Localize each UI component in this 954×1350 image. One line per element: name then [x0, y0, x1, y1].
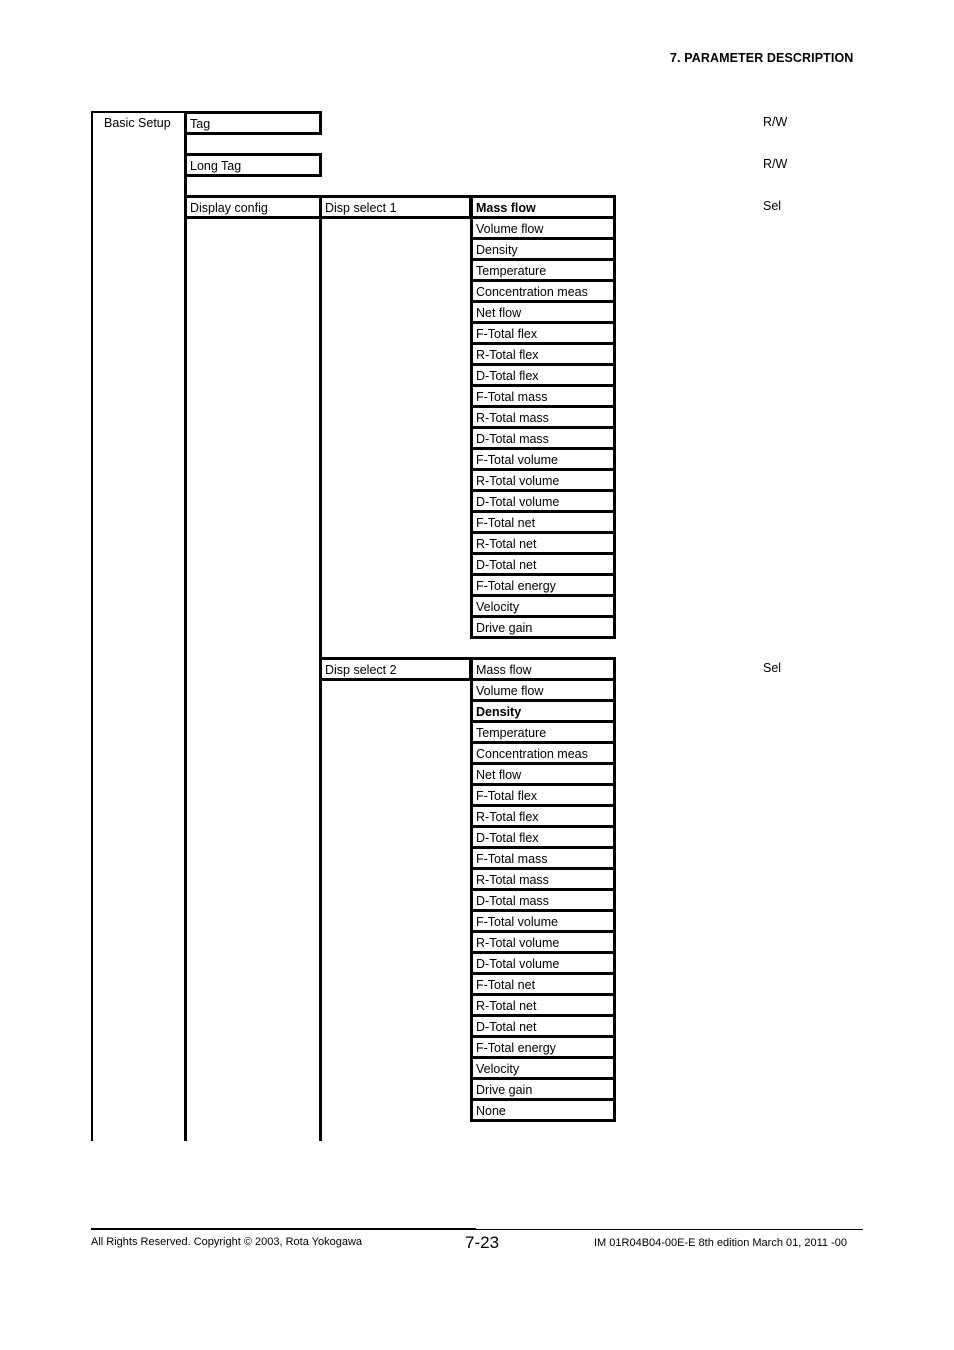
option-label: R-Total mass — [476, 873, 549, 887]
root-top-border — [91, 111, 186, 113]
option-label: D-Total mass — [476, 894, 549, 908]
option-label: R-Total volume — [476, 474, 560, 488]
option-label: D-Total flex — [476, 831, 539, 845]
option-label: Drive gain — [476, 1083, 533, 1097]
option-label: Drive gain — [476, 621, 533, 635]
option-label: D-Total net — [476, 1020, 537, 1034]
menu-display-config[interactable]: Display config — [184, 195, 322, 219]
option-label: Concentration meas — [476, 747, 588, 761]
option-label: None — [476, 1104, 506, 1118]
option-item[interactable]: None — [470, 1098, 616, 1122]
section-title: 7. PARAMETER DESCRIPTION — [670, 51, 854, 65]
option-label: R-Total volume — [476, 936, 560, 950]
param-tag[interactable]: Tag — [184, 111, 322, 135]
param-long-tag-label: Long Tag — [190, 159, 242, 173]
option-label: D-Total flex — [476, 369, 539, 383]
param-long-tag-access: R/W — [763, 157, 788, 171]
param-disp-select-1-label: Disp select 1 — [325, 201, 397, 215]
option-label: F-Total mass — [476, 852, 548, 866]
option-label: R-Total mass — [476, 411, 549, 425]
option-label: Volume flow — [476, 222, 544, 236]
param-disp-select-1-access: Sel — [763, 199, 782, 213]
footer-rule-left — [91, 1228, 476, 1230]
option-label: R-Total flex — [476, 810, 539, 824]
footer-rule-right — [476, 1229, 863, 1230]
option-label: R-Total net — [476, 537, 537, 551]
option-label: F-Total mass — [476, 390, 548, 404]
option-label: Velocity — [476, 600, 520, 614]
option-label: D-Total volume — [476, 957, 560, 971]
option-label: F-Total energy — [476, 1041, 556, 1055]
param-disp-select-1[interactable]: Disp select 1 — [319, 195, 472, 219]
option-label: F-Total flex — [476, 327, 538, 341]
page-number: 7-23 — [465, 1233, 500, 1252]
option-label: R-Total net — [476, 999, 537, 1013]
option-label: F-Total energy — [476, 579, 556, 593]
option-label: Concentration meas — [476, 285, 588, 299]
option-label: Velocity — [476, 1062, 520, 1076]
option-label: F-Total net — [476, 978, 536, 992]
option-label: D-Total net — [476, 558, 537, 572]
option-label: F-Total volume — [476, 453, 558, 467]
option-label: Volume flow — [476, 684, 544, 698]
option-label: R-Total flex — [476, 348, 539, 362]
option-label: Density — [476, 705, 522, 719]
param-disp-select-2-access: Sel — [763, 661, 782, 675]
option-label: Temperature — [476, 726, 547, 740]
param-long-tag[interactable]: Long Tag — [184, 153, 322, 177]
option-label: Net flow — [476, 768, 522, 782]
option-label: D-Total mass — [476, 432, 549, 446]
option-label: Net flow — [476, 306, 522, 320]
param-tag-label: Tag — [190, 117, 211, 131]
option-label: F-Total flex — [476, 789, 538, 803]
option-label: F-Total net — [476, 516, 536, 530]
param-tag-access: R/W — [763, 115, 788, 129]
param-disp-select-2-label: Disp select 2 — [325, 663, 397, 677]
menu-display-config-label: Display config — [190, 201, 268, 215]
root-left-border — [91, 111, 93, 1141]
option-item[interactable]: Drive gain — [470, 615, 616, 639]
footer-copyright: All Rights Reserved. Copyright © 2003, R… — [91, 1236, 363, 1248]
option-label: Density — [476, 243, 518, 257]
level1-spine — [184, 111, 187, 1141]
option-label: D-Total volume — [476, 495, 560, 509]
option-label: Mass flow — [476, 201, 536, 215]
root-label-basic-setup: Basic Setup — [104, 116, 171, 130]
param-disp-select-2[interactable]: Disp select 2 — [319, 657, 472, 681]
footer-document-id: IM 01R04B04-00E-E 8th edition March 01, … — [594, 1237, 847, 1249]
option-label: Mass flow — [476, 663, 532, 677]
option-label: F-Total volume — [476, 915, 558, 929]
option-label: Temperature — [476, 264, 547, 278]
